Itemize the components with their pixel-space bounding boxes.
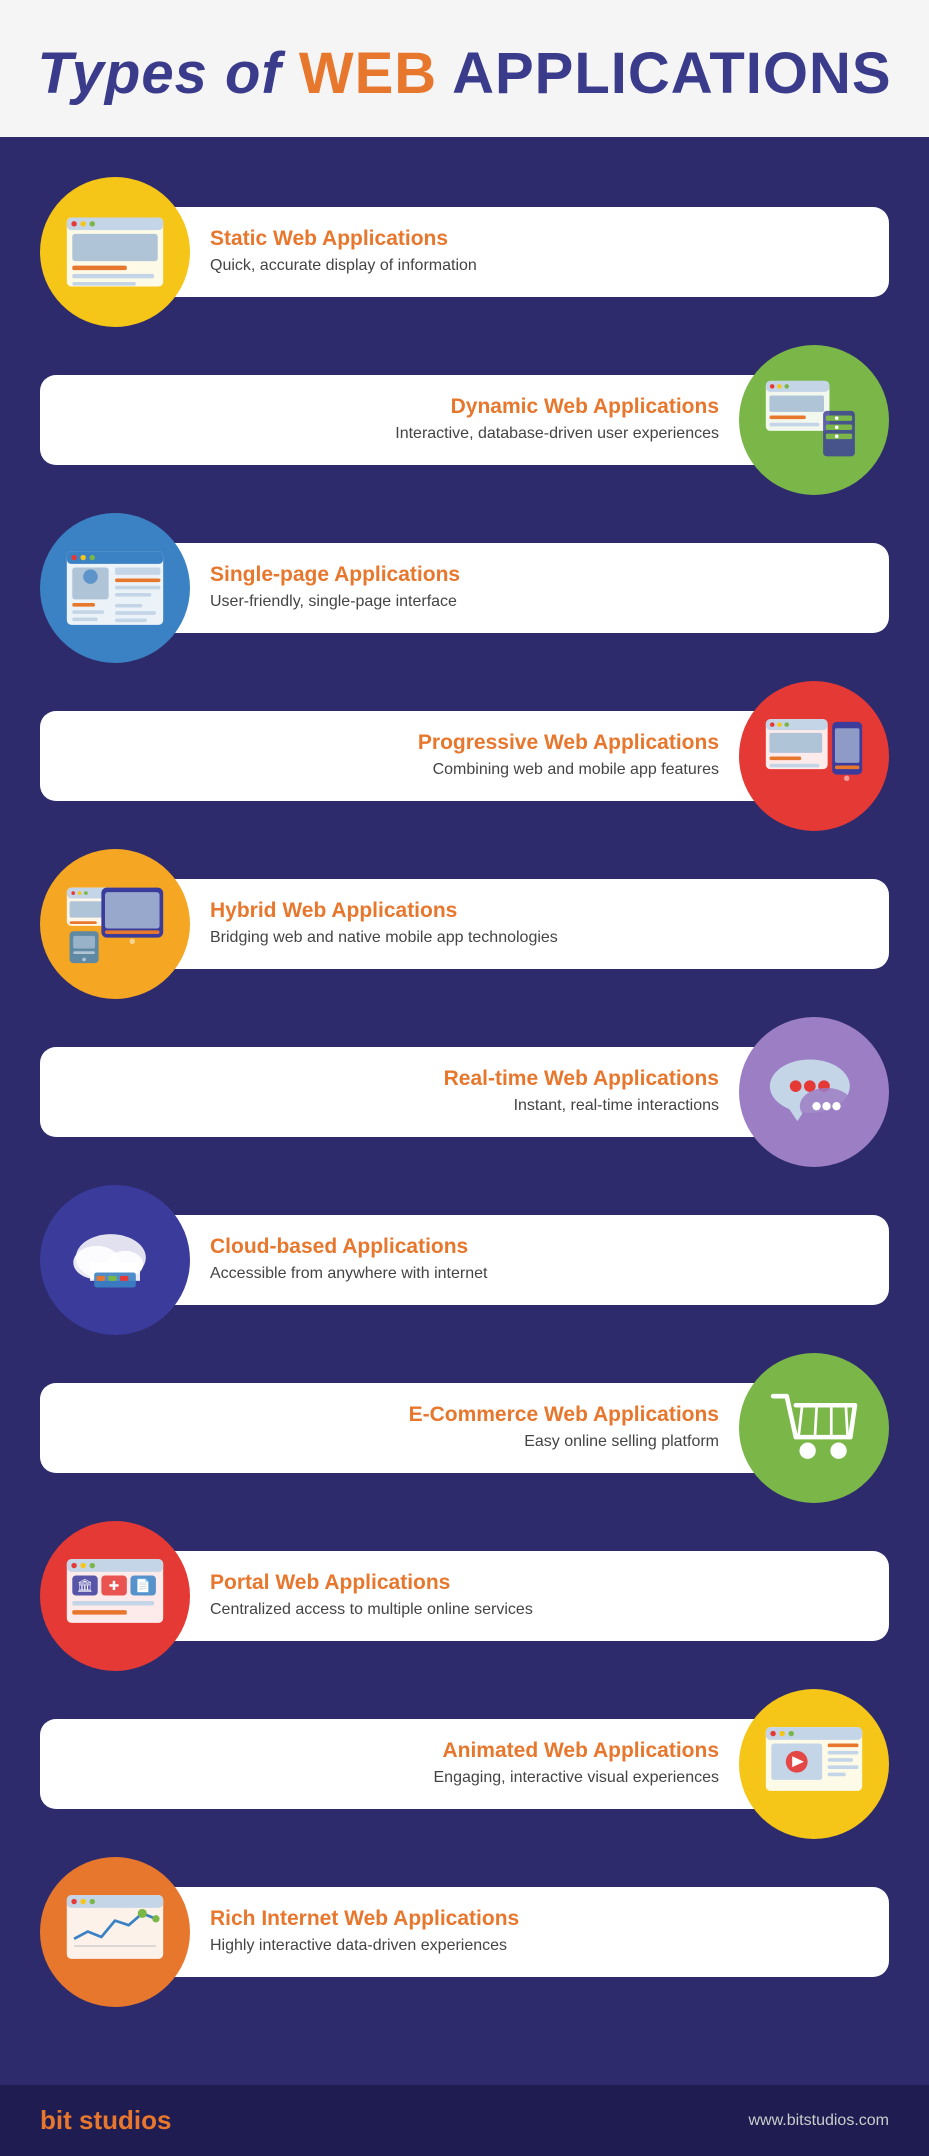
icon-rich	[40, 1857, 190, 2007]
desc-dynamic: Interactive, database-driven user experi…	[64, 423, 719, 445]
icon-single-page	[40, 513, 190, 663]
title-of: Types of	[37, 41, 298, 106]
icon-realtime	[739, 1017, 889, 1167]
title-progressive: Progressive Web Applications	[64, 731, 719, 755]
card-dynamic: Dynamic Web Applications Interactive, dat…	[40, 375, 769, 465]
desc-hybrid: Bridging web and native mobile app techn…	[210, 927, 865, 949]
card-portal: Portal Web Applications Centralized acces…	[160, 1551, 889, 1641]
desc-static: Quick, accurate display of information	[210, 255, 865, 277]
card-cloud: Cloud-based Applications Accessible from …	[160, 1215, 889, 1305]
icon-hybrid	[40, 849, 190, 999]
icon-portal: 🏛 ✚ 📄	[40, 1521, 190, 1671]
title-ecommerce: E-Commerce Web Applications	[64, 1403, 719, 1427]
desc-single-page: User-friendly, single-page interface	[210, 591, 865, 613]
title-rich: Rich Internet Web Applications	[210, 1907, 865, 1931]
svg-text:📄: 📄	[135, 1578, 151, 1593]
card-animated: Animated Web Applications Engaging, inter…	[40, 1719, 769, 1809]
app-row-animated: Animated Web Applications Engaging, inter…	[40, 1689, 889, 1839]
title-hybrid: Hybrid Web Applications	[210, 899, 865, 923]
card-static: Static Web Applications Quick, accurate d…	[160, 207, 889, 297]
app-row-static: Static Web Applications Quick, accurate d…	[40, 177, 889, 327]
icon-ecommerce	[739, 1353, 889, 1503]
card-ecommerce: E-Commerce Web Applications Easy online s…	[40, 1383, 769, 1473]
page-title: Types of WEB APPLICATIONS	[20, 40, 909, 107]
title-apps: APPLICATIONS	[452, 41, 892, 106]
app-row-ecommerce: E-Commerce Web Applications Easy online s…	[40, 1353, 889, 1503]
card-rich: Rich Internet Web Applications Highly int…	[160, 1887, 889, 1977]
desc-animated: Engaging, interactive visual experiences	[64, 1767, 719, 1789]
title-dynamic: Dynamic Web Applications	[64, 395, 719, 419]
title-portal: Portal Web Applications	[210, 1571, 865, 1595]
footer-url: www.bitstudios.com	[749, 2112, 890, 2130]
desc-progressive: Combining web and mobile app features	[64, 759, 719, 781]
brand-accent: s	[157, 2105, 171, 2135]
desc-rich: Highly interactive data-driven experienc…	[210, 1935, 865, 1957]
app-row-realtime: Real-time Web Applications Instant, real-…	[40, 1017, 889, 1167]
desc-realtime: Instant, real-time interactions	[64, 1095, 719, 1117]
header: Types of WEB APPLICATIONS	[0, 0, 929, 137]
svg-text:✚: ✚	[109, 1578, 120, 1593]
icon-animated	[739, 1689, 889, 1839]
title-web: WEB	[299, 41, 452, 106]
app-row-progressive: Progressive Web Applications Combining we…	[40, 681, 889, 831]
app-row-portal: 🏛 ✚ 📄 Portal Web Applications Centralized…	[40, 1521, 889, 1671]
brand-name: bit studios	[40, 2105, 171, 2136]
app-row-single-page: Single-page Applications User-friendly, s…	[40, 513, 889, 663]
title-single-page: Single-page Applications	[210, 563, 865, 587]
card-hybrid: Hybrid Web Applications Bridging web and …	[160, 879, 889, 969]
desc-ecommerce: Easy online selling platform	[64, 1431, 719, 1453]
app-row-dynamic: Dynamic Web Applications Interactive, dat…	[40, 345, 889, 495]
title-cloud: Cloud-based Applications	[210, 1235, 865, 1259]
title-realtime: Real-time Web Applications	[64, 1067, 719, 1091]
title-static: Static Web Applications	[210, 227, 865, 251]
content-area: Static Web Applications Quick, accurate d…	[0, 137, 929, 2085]
desc-cloud: Accessible from anywhere with internet	[210, 1263, 865, 1285]
title-animated: Animated Web Applications	[64, 1739, 719, 1763]
svg-text:🏛: 🏛	[77, 1578, 93, 1593]
icon-cloud	[40, 1185, 190, 1335]
app-row-cloud: Cloud-based Applications Accessible from …	[40, 1185, 889, 1335]
desc-portal: Centralized access to multiple online se…	[210, 1599, 865, 1621]
icon-dynamic	[739, 345, 889, 495]
footer: bit studios www.bitstudios.com	[0, 2085, 929, 2156]
icon-static	[40, 177, 190, 327]
app-row-hybrid: Hybrid Web Applications Bridging web and …	[40, 849, 889, 999]
brand-text: bit studio	[40, 2105, 157, 2135]
card-single-page: Single-page Applications User-friendly, s…	[160, 543, 889, 633]
app-row-rich: Rich Internet Web Applications Highly int…	[40, 1857, 889, 2007]
icon-progressive	[739, 681, 889, 831]
card-progressive: Progressive Web Applications Combining we…	[40, 711, 769, 801]
card-realtime: Real-time Web Applications Instant, real-…	[40, 1047, 769, 1137]
